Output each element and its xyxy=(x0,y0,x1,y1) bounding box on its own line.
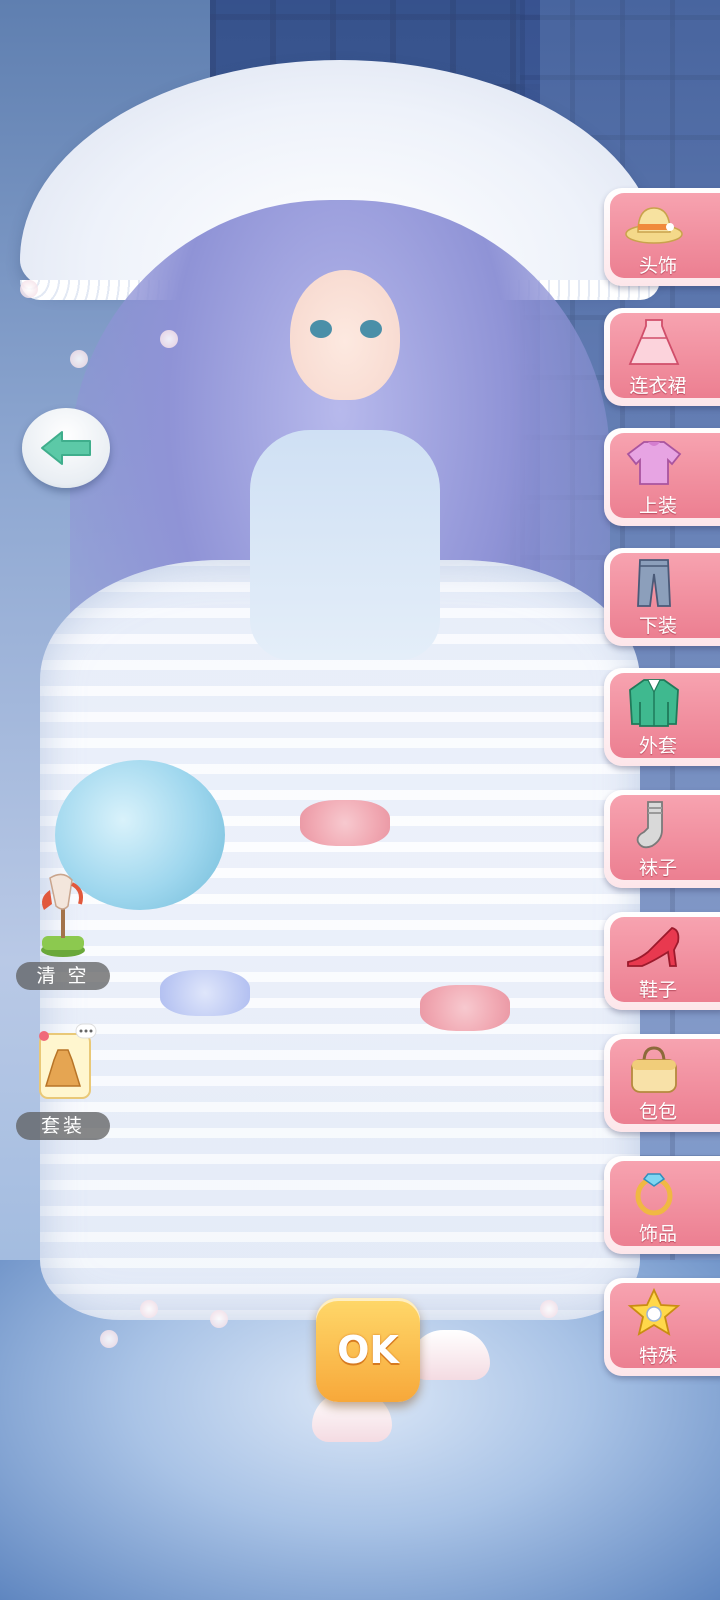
hat-icon xyxy=(625,207,683,244)
dress-card-icon xyxy=(39,1023,97,1099)
character-face xyxy=(290,270,400,400)
petal-decoration xyxy=(100,1330,118,1348)
category-label: 特殊 xyxy=(638,1345,677,1367)
coat-icon xyxy=(629,679,679,727)
petal-decoration xyxy=(540,1300,558,1318)
character-gown xyxy=(40,560,640,1320)
pink-bow-decoration xyxy=(420,985,510,1031)
category-tab-shoes[interactable]: 鞋子 xyxy=(604,912,720,1010)
mannequin-icon xyxy=(41,873,85,957)
category-tab-bags[interactable]: 包包 xyxy=(604,1034,720,1132)
category-label: 鞋子 xyxy=(638,979,677,1001)
ok-button[interactable]: OK xyxy=(316,1298,420,1402)
outfit-set-button[interactable]: 套装 xyxy=(16,1020,110,1140)
blue-bow-decoration xyxy=(160,970,250,1016)
petal-decoration xyxy=(160,330,178,348)
category-tab-accessories[interactable]: 饰品 xyxy=(604,1156,720,1254)
character-bodice xyxy=(250,430,440,660)
category-tab-tops[interactable]: 上装 xyxy=(604,428,720,526)
ok-label: OK xyxy=(337,1328,399,1372)
category-label: 外套 xyxy=(638,735,677,757)
category-tab-bottoms[interactable]: 下装 xyxy=(604,548,720,646)
category-label: 饰品 xyxy=(638,1223,677,1245)
character-shoe-right xyxy=(410,1330,490,1380)
category-tab-dress[interactable]: 连衣裙 xyxy=(604,308,720,406)
character-eye-right xyxy=(360,320,382,338)
arrow-left-icon xyxy=(41,431,91,465)
pants-icon xyxy=(637,559,671,607)
dress-up-stage: 清 空 套装 头饰 连衣裙 上装 下装 外套 袜子 鞋子 包包 饰品 特殊 OK xyxy=(0,0,720,1600)
category-label: 连衣裙 xyxy=(629,375,687,397)
handbag-icon xyxy=(631,1046,677,1093)
petal-decoration xyxy=(140,1300,158,1318)
ring-icon xyxy=(635,1173,673,1216)
category-label: 下装 xyxy=(638,615,677,637)
star-badge-icon xyxy=(627,1288,681,1336)
sock-icon xyxy=(636,801,663,849)
category-tab-special[interactable]: 特殊 xyxy=(604,1278,720,1376)
petal-decoration xyxy=(210,1310,228,1328)
outfit-set-label: 套装 xyxy=(16,1112,110,1140)
back-button[interactable] xyxy=(22,408,110,488)
category-tab-socks[interactable]: 袜子 xyxy=(604,790,720,888)
category-label: 袜子 xyxy=(638,857,677,879)
clear-label: 清 空 xyxy=(16,962,110,990)
petal-decoration xyxy=(70,350,88,368)
category-tab-coat[interactable]: 外套 xyxy=(604,668,720,766)
clear-button[interactable]: 清 空 xyxy=(16,870,110,990)
petal-decoration xyxy=(20,280,38,298)
category-tab-headwear[interactable]: 头饰 xyxy=(604,188,720,286)
character-eye-left xyxy=(310,320,332,338)
category-label: 包包 xyxy=(638,1101,677,1123)
category-label: 头饰 xyxy=(638,255,677,277)
high-heel-icon xyxy=(627,927,680,967)
top-icon xyxy=(626,441,682,485)
pink-bow-decoration xyxy=(300,800,390,846)
dress-icon xyxy=(628,319,680,365)
category-label: 上装 xyxy=(638,495,677,517)
